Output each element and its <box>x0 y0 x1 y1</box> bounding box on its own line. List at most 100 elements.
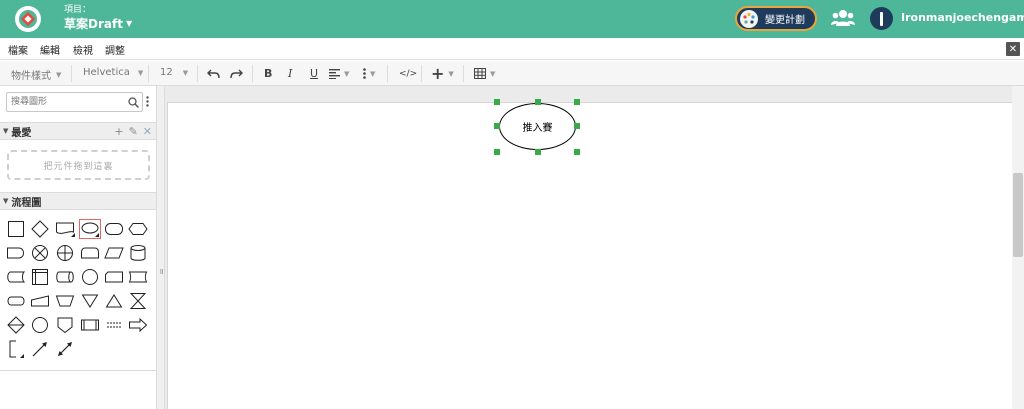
align-dropdown[interactable]: ▼ <box>329 66 349 81</box>
change-plan-label: 變更計劃 <box>765 15 805 26</box>
add-favorite-icon[interactable]: + <box>114 125 123 138</box>
database-cylinder-shape[interactable] <box>127 243 149 263</box>
scrollbar-thumb[interactable] <box>1013 173 1023 257</box>
search-icon[interactable] <box>128 97 139 108</box>
caret-down-icon: ▼ <box>344 69 350 78</box>
caret-down-icon: ▼ <box>56 70 62 79</box>
terminator-shape[interactable] <box>5 291 27 311</box>
code-button[interactable]: </> <box>399 66 417 81</box>
bracket-shape[interactable] <box>5 339 27 359</box>
project-name: 草案Draft <box>64 17 123 31</box>
bidirectional-connector-shape[interactable] <box>54 339 76 359</box>
manual-operation-shape[interactable] <box>54 291 76 311</box>
annotation-lines-shape[interactable] <box>103 315 125 335</box>
italic-button[interactable]: I <box>288 66 292 81</box>
or-junction-shape[interactable] <box>54 243 76 263</box>
arrow-right-shape[interactable] <box>127 315 149 335</box>
resize-handle-e[interactable] <box>574 123 580 129</box>
user-menu[interactable]: Ironmanjoechengame ▼ <box>901 11 1024 24</box>
insert-dropdown[interactable]: + ▼ <box>431 64 454 83</box>
sort-shape[interactable] <box>5 315 27 335</box>
loop-limit-shape[interactable] <box>79 243 101 263</box>
manual-input-shape[interactable] <box>29 291 51 311</box>
resize-handle-n[interactable] <box>535 99 541 105</box>
off-page-reference-shape[interactable] <box>54 315 76 335</box>
terminator-oval-shape[interactable] <box>79 219 101 239</box>
caret-down-icon: ▼ <box>448 69 454 78</box>
menu-view[interactable]: 檢視 <box>73 42 93 57</box>
user-avatar[interactable] <box>870 7 893 30</box>
flowchart-section-header[interactable]: ▼ 流程圖 <box>0 192 156 210</box>
menu-file[interactable]: 檔案 <box>8 42 28 57</box>
panel-splitter[interactable]: ॥ <box>157 86 165 409</box>
app-logo[interactable] <box>15 6 41 32</box>
caret-down-icon: ▼ <box>137 68 144 77</box>
predefined-process-shape[interactable] <box>79 315 101 335</box>
project-label: 項目： <box>64 5 92 15</box>
palette-icon <box>740 9 758 28</box>
more-options-dropdown[interactable]: ▼ <box>363 66 375 81</box>
ellipse-label: 推入賽 <box>522 123 553 134</box>
favorites-drop-zone[interactable]: 把元件拖到這裏 <box>7 150 150 180</box>
delay-shape[interactable] <box>5 243 27 263</box>
shape-search-input[interactable] <box>7 93 122 111</box>
resize-handle-sw[interactable] <box>494 149 500 155</box>
underline-button[interactable]: U <box>310 66 318 81</box>
menu-arrange[interactable]: 調整 <box>105 42 125 57</box>
object-style-dropdown[interactable]: 物件樣式 ▼ <box>11 67 62 83</box>
punched-tape-shape[interactable] <box>127 267 149 287</box>
preparation-shape[interactable] <box>127 219 149 239</box>
menu-edit[interactable]: 編輯 <box>40 42 60 57</box>
collate-shape[interactable] <box>127 291 149 311</box>
directional-connector-shape[interactable] <box>29 339 51 359</box>
card-shape[interactable] <box>103 267 125 287</box>
edit-favorite-icon[interactable]: ✎ <box>129 125 138 138</box>
circle-shape[interactable] <box>29 315 51 335</box>
table-icon <box>474 68 486 79</box>
project-name-dropdown[interactable]: 草案Draft ▼ <box>64 15 132 32</box>
undo-icon[interactable] <box>207 66 220 81</box>
table-dropdown[interactable]: ▼ <box>474 66 495 81</box>
close-button[interactable]: ✕ <box>1006 42 1020 56</box>
direct-data-shape[interactable] <box>54 267 76 287</box>
resize-handle-w[interactable] <box>494 123 500 129</box>
data-parallelogram-shape[interactable] <box>103 243 125 263</box>
summing-junction-shape[interactable] <box>29 243 51 263</box>
team-icon[interactable] <box>831 8 855 31</box>
collapse-triangle-icon: ▼ <box>3 127 9 135</box>
bold-button[interactable]: B <box>264 66 272 81</box>
app-header: 項目： 草案Draft ▼ 變更計劃 Ironmanjoechengame <box>0 0 1024 38</box>
collapse-triangle-icon: ▼ <box>3 197 9 205</box>
selected-ellipse-shape[interactable]: 推入賽 <box>499 103 576 150</box>
internal-storage-shape[interactable] <box>29 267 51 287</box>
document-shape[interactable] <box>54 219 76 239</box>
splitter-grip-icon: ॥ <box>159 267 164 276</box>
logo-icon <box>19 10 37 28</box>
resize-handle-s[interactable] <box>535 149 541 155</box>
font-family-dropdown[interactable]: Helvetica ▼ <box>83 67 143 78</box>
extract-shape[interactable] <box>103 291 125 311</box>
rounded-rect-shape[interactable] <box>103 219 125 239</box>
menu-bar: 檔案 編輯 檢視 調整 <box>0 38 1024 60</box>
font-size-dropdown[interactable]: 12 ▼ <box>160 67 188 78</box>
redo-icon[interactable] <box>230 66 243 81</box>
stored-data-shape[interactable] <box>5 267 27 287</box>
shape-search <box>6 92 143 112</box>
caret-down-icon: ▼ <box>370 69 376 78</box>
connector-circle-shape[interactable] <box>79 267 101 287</box>
diagram-canvas[interactable] <box>165 86 1012 409</box>
resize-handle-ne[interactable] <box>574 99 580 105</box>
vertical-scrollbar[interactable] <box>1012 86 1024 409</box>
diagram-page[interactable] <box>167 102 1012 409</box>
align-left-icon <box>329 68 340 79</box>
remove-favorite-icon[interactable]: ✕ <box>143 125 152 138</box>
more-vertical-icon[interactable] <box>146 96 149 107</box>
format-toolbar: 物件樣式 ▼ Helvetica ▼ 12 ▼ B I U ▼ ▼ </> + ▼ <box>0 61 1024 86</box>
merge-shape[interactable] <box>79 291 101 311</box>
favorites-section-header[interactable]: ▼ 最愛 + ✎ ✕ <box>0 122 156 140</box>
decision-shape[interactable] <box>29 219 51 239</box>
resize-handle-nw[interactable] <box>494 99 500 105</box>
process-shape[interactable] <box>5 219 27 239</box>
resize-handle-se[interactable] <box>574 149 580 155</box>
change-plan-button[interactable]: 變更計劃 <box>735 6 817 31</box>
